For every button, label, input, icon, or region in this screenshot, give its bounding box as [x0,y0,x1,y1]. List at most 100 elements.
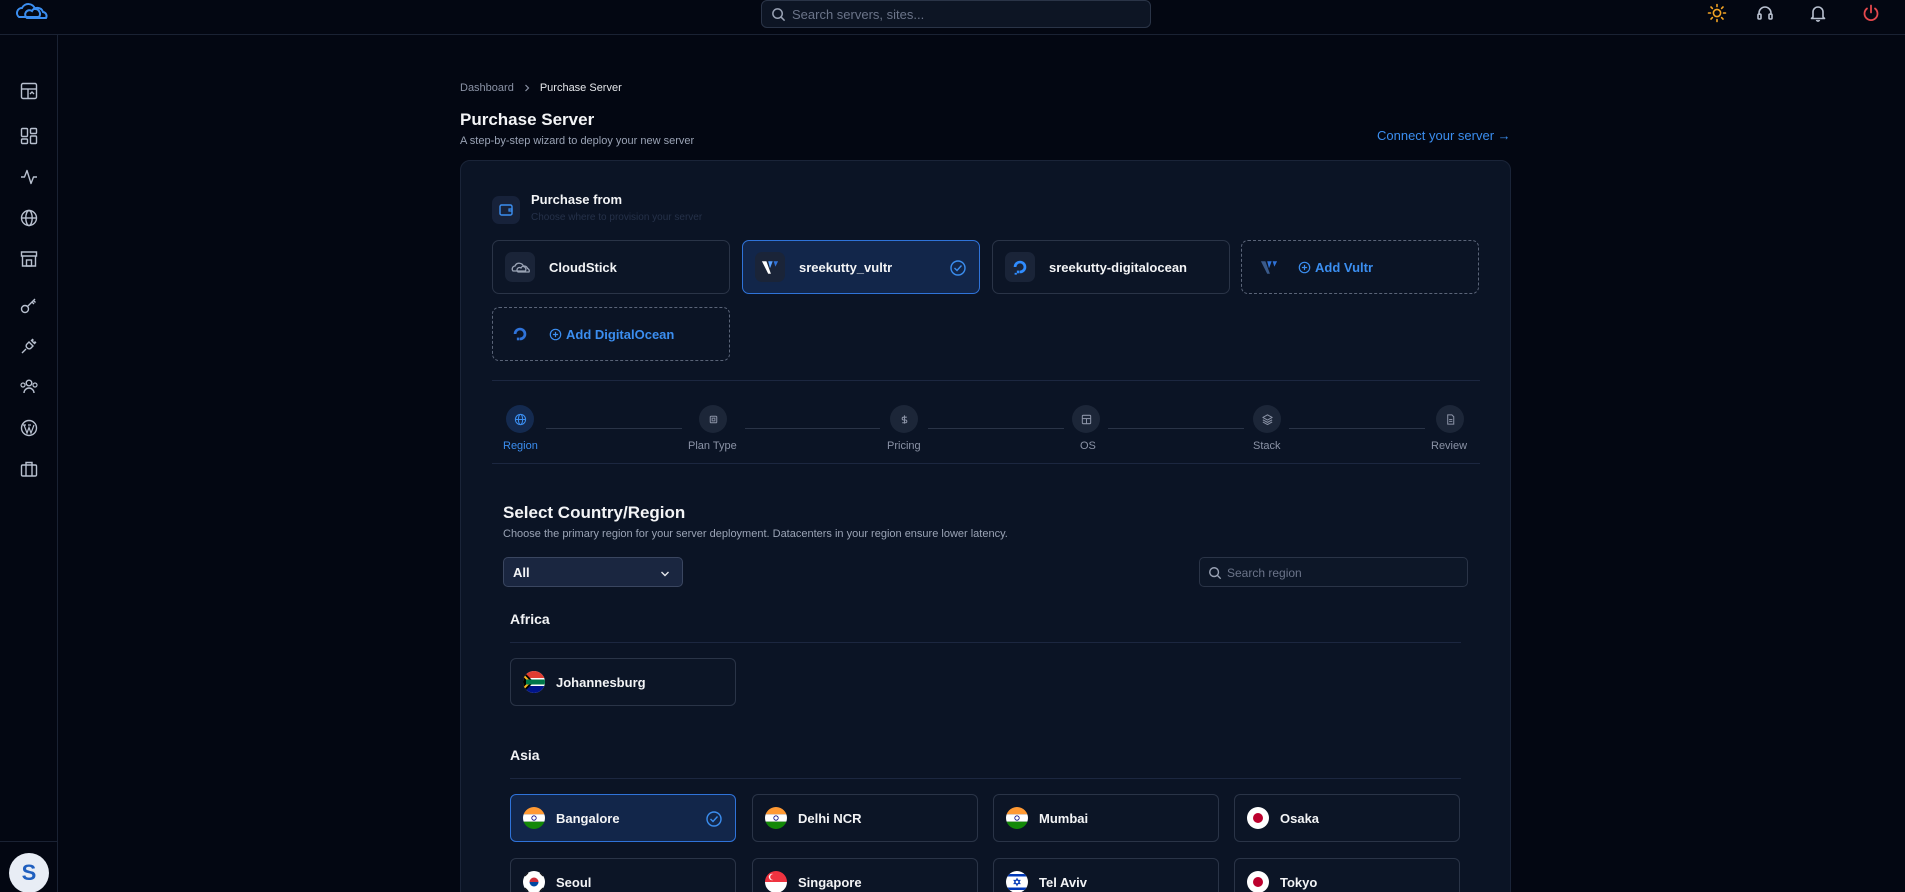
briefcase-icon[interactable] [19,459,39,479]
check-circle-icon [950,260,966,276]
top-bar: Search servers, sites... [0,0,1905,35]
activity-icon[interactable] [19,167,39,187]
region-name: Singapore [798,874,862,890]
region-name: Johannesburg [556,674,646,690]
sidebar-divider [0,841,58,842]
japan-flag-icon [1247,807,1269,829]
region-filter-select[interactable]: All [503,557,683,587]
provider-cloudstick[interactable]: CloudStick [492,240,730,294]
step-connector [546,428,682,429]
sun-icon[interactable] [1707,3,1727,23]
add-vultr-label: Add Vultr [1315,259,1374,275]
connect-server-link[interactable]: Connect your server → [1377,128,1511,143]
step-pricing-label: Pricing [887,440,921,452]
store-icon[interactable] [19,249,39,269]
step-plan-type-label: Plan Type [688,440,737,452]
region-group-africa: Africa [510,611,550,627]
step-review-icon[interactable] [1436,405,1464,433]
region-name: Osaka [1280,810,1320,826]
region-search-input[interactable]: Search region [1199,557,1468,587]
region-name: Tel Aviv [1039,874,1087,890]
power-icon[interactable] [1861,3,1881,23]
headset-icon[interactable] [1755,3,1775,23]
singapore-flag-icon [765,871,787,892]
india-flag-icon [1006,807,1028,829]
bell-icon[interactable] [1808,3,1828,23]
plus-circle-icon [549,328,562,340]
step-pricing-icon[interactable] [890,405,918,433]
plug-icon[interactable] [19,336,39,356]
chevron-right-icon [524,84,530,92]
wordpress-icon[interactable] [19,418,39,438]
step-region-label: Region [503,440,538,452]
digitalocean-icon [1005,252,1035,282]
globe-icon[interactable] [19,208,39,228]
grid-icon[interactable] [19,126,39,146]
plus-circle-icon [1298,261,1311,273]
india-flag-icon [765,807,787,829]
region-seoul[interactable]: Seoul [510,858,736,892]
search-icon [772,8,786,22]
step-stack-label: Stack [1253,440,1281,452]
search-placeholder: Search servers, sites... [792,7,925,22]
step-plan-type-icon[interactable] [699,405,727,433]
wallet-icon [492,196,520,224]
vultr-icon [1254,252,1284,282]
region-section-subtitle: Choose the primary region for your serve… [503,528,1008,540]
region-group-asia: Asia [510,747,540,763]
search-icon [1209,567,1222,580]
south-korea-flag-icon [523,871,545,892]
step-stack-icon[interactable] [1253,405,1281,433]
provider-label: sreekutty-digitalocean [1049,259,1187,275]
check-circle-icon [706,811,722,827]
add-digitalocean-button[interactable]: Add DigitalOcean [492,307,730,361]
purchase-from-subtitle: Choose where to provision your server [531,212,703,223]
digitalocean-icon [505,319,535,349]
region-singapore[interactable]: Singapore [752,858,978,892]
step-os-label: OS [1080,440,1096,452]
israel-flag-icon [1006,871,1028,892]
group-divider [510,778,1461,779]
provider-label: CloudStick [549,259,617,275]
region-section-title: Select Country/Region [503,503,686,522]
section-divider [492,380,1480,381]
region-delhi-ncr[interactable]: Delhi NCR [752,794,978,842]
step-region-icon[interactable] [506,405,534,433]
region-name: Tokyo [1280,874,1318,890]
provider-sreekutty-digitalocean[interactable]: sreekutty-digitalocean [992,240,1230,294]
dashboard-icon[interactable] [19,81,39,101]
region-search-placeholder: Search region [1227,566,1302,580]
region-name: Bangalore [556,810,620,826]
step-review-label: Review [1431,440,1468,452]
cloudstick-icon [505,252,535,282]
region-johannesburg[interactable]: Johannesburg [510,658,736,706]
users-icon[interactable] [19,377,39,397]
region-tel-aviv[interactable]: Tel Aviv [993,858,1219,892]
global-search-input[interactable]: Search servers, sites... [761,0,1151,28]
step-connector [1108,428,1244,429]
breadcrumb: Dashboard Purchase Server [460,82,622,94]
india-flag-icon [523,807,545,829]
step-connector [928,428,1064,429]
region-name: Delhi NCR [798,810,862,826]
add-digitalocean-label: Add DigitalOcean [566,326,675,342]
key-icon[interactable] [19,295,39,315]
add-vultr-button[interactable]: Add Vultr [1241,240,1479,294]
cloudstick-logo-icon[interactable] [13,3,53,23]
region-tokyo[interactable]: Tokyo [1234,858,1460,892]
section-divider [492,463,1480,464]
provider-sreekutty-vultr[interactable]: sreekutty_vultr [742,240,980,294]
avatar[interactable]: S [9,853,49,892]
step-os-icon[interactable] [1072,405,1100,433]
region-name: Seoul [556,874,592,890]
south-africa-flag-icon [523,671,545,693]
region-mumbai[interactable]: Mumbai [993,794,1219,842]
sidebar: S [0,35,58,892]
step-connector [1289,428,1425,429]
breadcrumb-dashboard-link[interactable]: Dashboard [460,82,514,94]
region-osaka[interactable]: Osaka [1234,794,1460,842]
step-connector [745,428,880,429]
region-bangalore[interactable]: Bangalore [510,794,736,842]
japan-flag-icon [1247,871,1269,892]
vultr-icon [755,252,785,282]
